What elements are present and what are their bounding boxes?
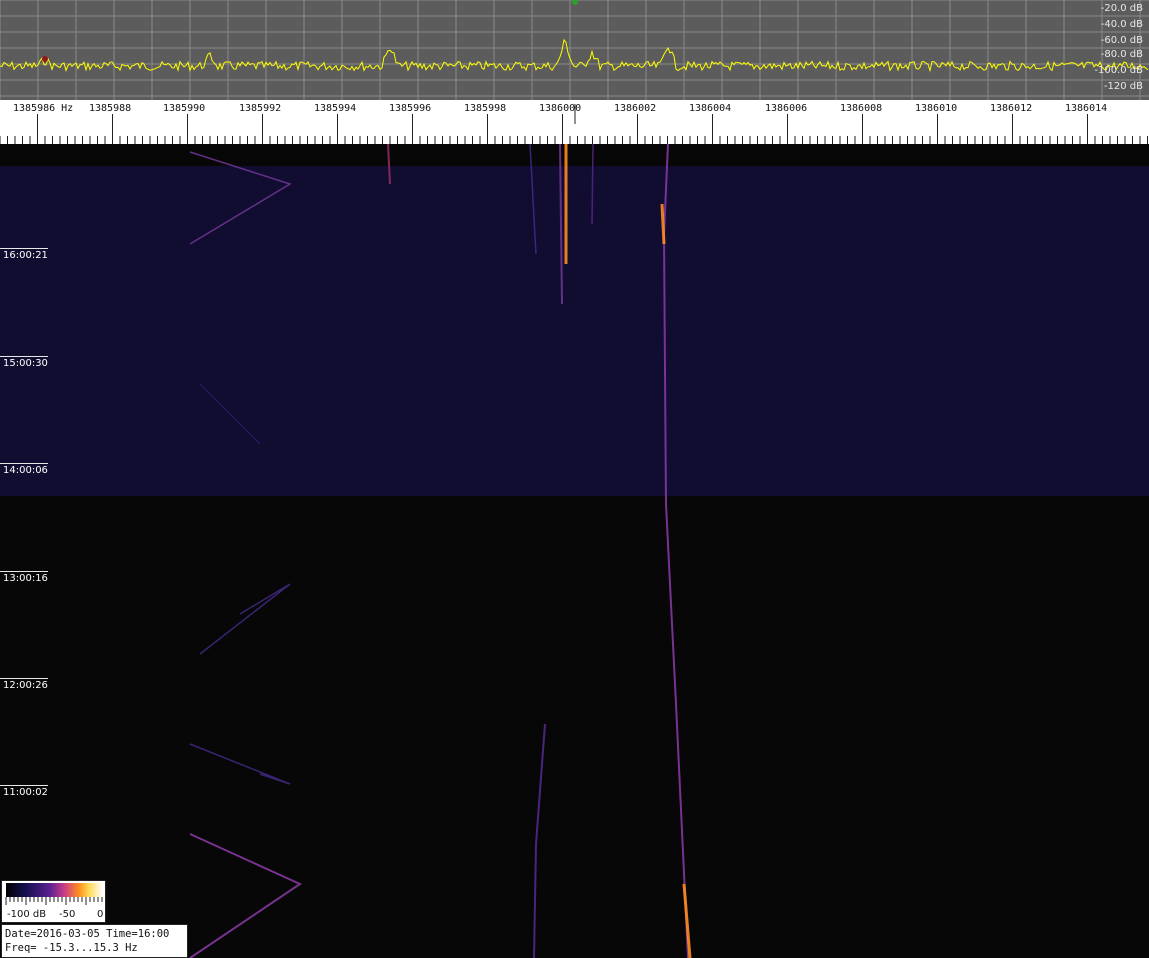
marker-dot xyxy=(572,0,578,5)
db-label: -40.0 dB xyxy=(1100,19,1143,30)
db-label: -100.0 dB xyxy=(1094,65,1143,76)
date-time-text: Date=2016-03-05 Time=16:00 xyxy=(5,928,170,940)
time-label: 16:00:21 xyxy=(3,250,48,261)
waterfall-traces xyxy=(189,144,692,958)
waterfall-signal-trace xyxy=(189,833,303,958)
db-label: -60.0 dB xyxy=(1100,35,1143,46)
waterfall-display[interactable]: 16:00:21 15:00:30 14:00:06 13:00:16 12:0… xyxy=(0,144,1149,958)
spectrum-panel[interactable]: -20.0 dB -40.0 dB -60.0 dB -80.0 dB -100… xyxy=(0,0,1149,100)
time-label: 13:00:16 xyxy=(3,573,48,584)
time-label: 15:00:30 xyxy=(3,358,48,369)
colorbar-mid-label: -50 xyxy=(59,909,76,920)
waterfall-signal-trace xyxy=(591,144,594,225)
db-label: -80.0 dB xyxy=(1100,49,1143,60)
colorbar-max-label: 0 xyxy=(97,909,104,920)
freq-label: 1385992 xyxy=(239,103,282,114)
colorbar-legend: -100 dB -50 0 xyxy=(1,880,106,923)
waterfall-signal-trace xyxy=(189,743,291,785)
freq-label: 1386010 xyxy=(915,103,958,114)
freq-label: 1386002 xyxy=(614,103,657,114)
time-label: 11:00:02 xyxy=(3,787,48,798)
freq-range-text: Freq= -15.3...15.3 Hz xyxy=(5,942,138,954)
freq-label: 1385990 xyxy=(163,103,206,114)
colorbar-min-label: -100 dB xyxy=(7,909,47,920)
spectrum-plot xyxy=(0,0,1149,100)
waterfall-signal-trace xyxy=(660,203,666,245)
waterfall-signal-trace xyxy=(189,151,292,245)
db-label: -20.0 dB xyxy=(1100,3,1143,14)
freq-label: 1385998 xyxy=(464,103,507,114)
time-tick xyxy=(0,571,48,572)
time-tick xyxy=(0,248,48,249)
freq-label: 1386006 xyxy=(765,103,808,114)
waterfall-signal-trace xyxy=(662,144,689,958)
colorbar-gradient xyxy=(6,883,103,897)
waterfall-signal-trace xyxy=(387,144,391,185)
freq-label: 1386008 xyxy=(840,103,883,114)
time-tick xyxy=(0,463,48,464)
marker-dot xyxy=(42,56,48,62)
freq-label: 1385994 xyxy=(314,103,357,114)
time-tick xyxy=(0,785,48,786)
freq-label: 1385988 xyxy=(89,103,132,114)
time-tick xyxy=(0,678,48,679)
freq-label: 1385996 xyxy=(389,103,432,114)
waterfall-signal-trace xyxy=(559,144,563,305)
time-label: 12:00:26 xyxy=(3,680,48,691)
freq-label: 1386014 xyxy=(1065,103,1108,114)
freq-label: 1385986 Hz xyxy=(13,103,74,114)
time-tick xyxy=(0,356,48,357)
db-label: -120 dB xyxy=(1103,81,1143,92)
waterfall-signal-trace xyxy=(529,144,537,255)
colorbar-ticks xyxy=(5,897,103,905)
waterfall-signal-trace xyxy=(199,383,261,445)
freq-label: 1386004 xyxy=(689,103,732,114)
info-box: Date=2016-03-05 Time=16:00 Freq= -15.3..… xyxy=(1,924,188,958)
freq-label: 1386012 xyxy=(990,103,1033,114)
waterfall-signal-trace xyxy=(199,583,291,655)
freq-label: 1386000 xyxy=(539,103,582,114)
waterfall-signal-trace xyxy=(533,723,546,958)
spectrum-trace xyxy=(0,38,1149,73)
time-label: 14:00:06 xyxy=(3,465,48,476)
frequency-axis[interactable]: 1385986 Hz 1385988 1385990 1385992 13859… xyxy=(0,100,1149,144)
